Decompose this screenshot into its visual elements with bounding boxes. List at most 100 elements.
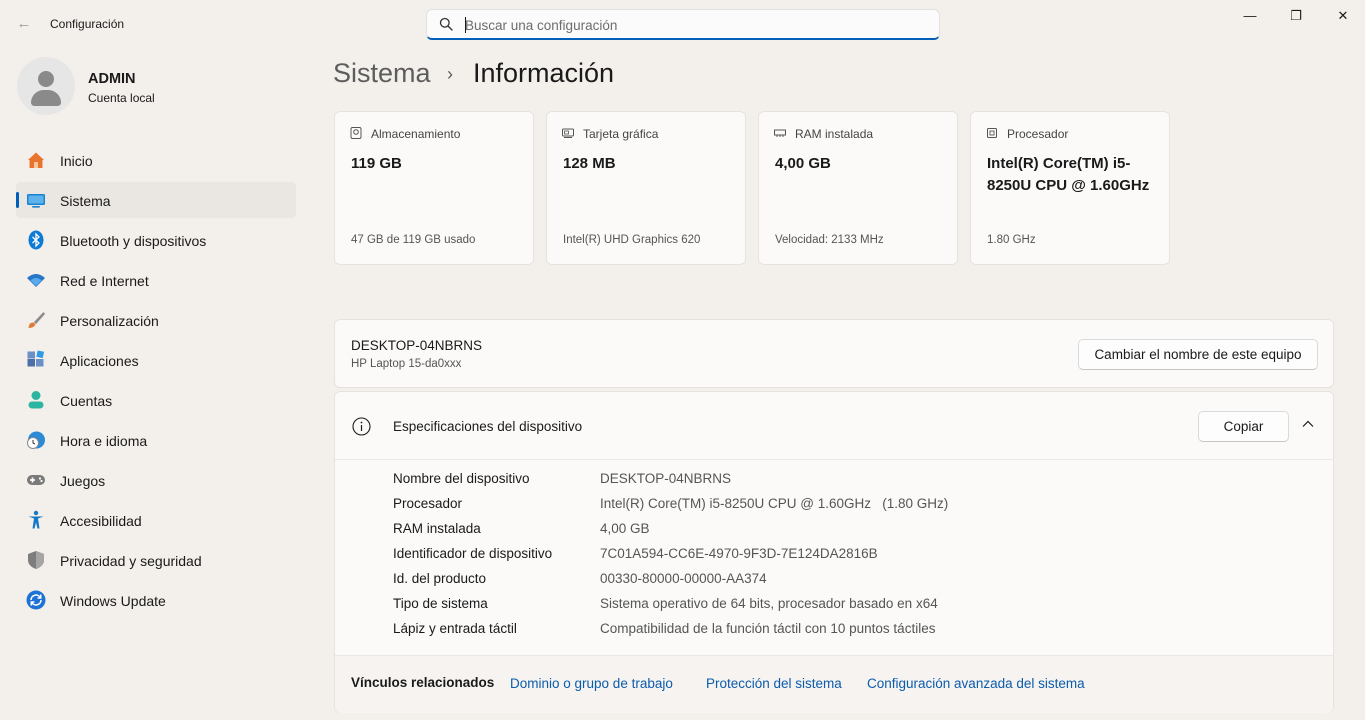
system-icon xyxy=(27,194,45,208)
close-button[interactable]: ✕ xyxy=(1320,6,1365,26)
card-title: Tarjeta gráfica xyxy=(583,127,659,141)
copy-button[interactable]: Copiar xyxy=(1198,411,1289,442)
page-title: Información xyxy=(473,58,615,88)
info-icon xyxy=(352,417,371,436)
card-title: RAM instalada xyxy=(795,127,874,141)
sidebar-item-red[interactable]: Red e Internet xyxy=(16,262,296,298)
spec-value: 4,00 GB xyxy=(600,521,650,536)
breadcrumb-separator-icon: › xyxy=(447,64,453,84)
rename-pc-button[interactable]: Cambiar el nombre de este equipo xyxy=(1078,339,1318,370)
device-specs-panel: Especificaciones del dispositivo Copiar … xyxy=(334,391,1334,713)
sidebar-item-sistema[interactable]: Sistema xyxy=(16,182,296,218)
system-protection-link[interactable]: Protección del sistema xyxy=(706,676,842,691)
spec-row: Nombre del dispositivo DESKTOP-04NBRNS xyxy=(393,471,1293,496)
sidebar-item-personalizacion[interactable]: Personalización xyxy=(16,302,296,338)
sidebar-item-label: Aplicaciones xyxy=(60,353,139,369)
wifi-icon xyxy=(27,274,45,287)
sidebar-item-label: Windows Update xyxy=(60,593,166,609)
brush-icon xyxy=(28,312,45,328)
sidebar-item-aplicaciones[interactable]: Aplicaciones xyxy=(16,342,296,378)
user-name: ADMIN xyxy=(88,71,136,87)
spec-key: Identificador de dispositivo xyxy=(393,546,553,561)
cpu-icon xyxy=(987,128,997,138)
spec-row: Lápiz y entrada táctil Compatibilidad de… xyxy=(393,621,1293,646)
sidebar-item-juegos[interactable]: Juegos xyxy=(16,462,296,498)
card-subtitle: 1.80 GHz xyxy=(987,234,1036,246)
spec-value: 00330-80000-00000-AA374 xyxy=(600,571,767,586)
card-subtitle: Intel(R) UHD Graphics 620 xyxy=(563,234,701,246)
spec-row: Procesador Intel(R) Core(TM) i5-8250U CP… xyxy=(393,496,1293,521)
back-arrow-icon[interactable]: ← xyxy=(14,14,34,34)
clock-globe-icon xyxy=(27,431,45,449)
sidebar-item-privacidad[interactable]: Privacidad y seguridad xyxy=(16,542,296,578)
spec-key: RAM instalada xyxy=(393,521,481,536)
card-subtitle: 47 GB de 119 GB usado xyxy=(351,234,476,246)
sidebar-item-label: Inicio xyxy=(60,153,93,169)
sidebar-item-bluetooth[interactable]: Bluetooth y dispositivos xyxy=(16,222,296,258)
apps-icon xyxy=(27,350,45,367)
sidebar-item-label: Privacidad y seguridad xyxy=(60,553,202,569)
spec-row: Identificador de dispositivo 7C01A594-CC… xyxy=(393,546,1293,571)
card-title: Procesador xyxy=(1007,127,1069,141)
spec-key: Procesador xyxy=(393,496,463,511)
minimize-button[interactable]: — xyxy=(1227,6,1273,26)
user-account-type: Cuenta local xyxy=(88,91,155,105)
card-value: Intel(R) Core(TM) i5-8250U CPU @ 1.60GHz xyxy=(987,155,1150,194)
domain-workgroup-link[interactable]: Dominio o grupo de trabajo xyxy=(510,676,673,691)
card-subtitle: Velocidad: 2133 MHz xyxy=(775,234,884,246)
spec-row: Tipo de sistema Sistema operativo de 64 … xyxy=(393,596,1293,621)
sidebar-item-cuentas[interactable]: Cuentas xyxy=(16,382,296,418)
accounts-icon xyxy=(28,391,44,409)
card-title: Almacenamiento xyxy=(371,127,461,141)
update-icon xyxy=(26,590,46,610)
accessibility-icon xyxy=(28,510,44,529)
gpu-icon xyxy=(562,128,574,138)
ram-card[interactable]: RAM instalada 4,00 GB Velocidad: 2133 MH… xyxy=(758,111,958,265)
spec-key: Nombre del dispositivo xyxy=(393,471,530,486)
advanced-system-settings-link[interactable]: Configuración avanzada del sistema xyxy=(867,676,1085,691)
app-title: Configuración xyxy=(50,17,125,31)
search-input[interactable] xyxy=(465,15,925,35)
storage-icon xyxy=(350,127,362,139)
sidebar-item-label: Accesibilidad xyxy=(60,513,142,529)
sidebar-item-windows-update[interactable]: Windows Update xyxy=(16,582,296,618)
maximize-button[interactable]: ❐ xyxy=(1273,6,1319,26)
card-value: 119 GB xyxy=(351,155,402,172)
spec-row: Id. del producto 00330-80000-00000-AA374 xyxy=(393,571,1293,596)
breadcrumb-parent[interactable]: Sistema xyxy=(333,58,431,89)
sidebar-item-label: Bluetooth y dispositivos xyxy=(60,233,207,249)
sidebar-item-inicio[interactable]: Inicio xyxy=(16,142,296,178)
specs-header[interactable]: Especificaciones del dispositivo Copiar xyxy=(335,392,1333,460)
device-name: DESKTOP-04NBRNS xyxy=(351,338,483,353)
sidebar-item-label: Sistema xyxy=(60,193,111,209)
avatar-body-shape xyxy=(31,90,61,106)
card-value: 4,00 GB xyxy=(775,155,831,172)
search-icon xyxy=(439,17,453,31)
avatar-head-shape xyxy=(38,71,54,87)
sidebar-item-label: Juegos xyxy=(60,473,106,489)
spec-key: Lápiz y entrada táctil xyxy=(393,621,517,636)
sidebar-item-label: Red e Internet xyxy=(60,273,149,289)
spec-list: Nombre del dispositivo DESKTOP-04NBRNS P… xyxy=(393,471,1293,646)
gamepad-icon xyxy=(27,475,45,485)
device-model: HP Laptop 15-da0xxx xyxy=(351,358,462,370)
related-links-bar: Vínculos relacionados Dominio o grupo de… xyxy=(335,655,1333,713)
sidebar-item-accesibilidad[interactable]: Accesibilidad xyxy=(16,502,296,538)
storage-card[interactable]: Almacenamiento 119 GB 47 GB de 119 GB us… xyxy=(334,111,534,265)
shield-icon xyxy=(28,551,44,569)
spec-key: Id. del producto xyxy=(393,571,487,586)
spec-row: RAM instalada 4,00 GB xyxy=(393,521,1293,546)
specs-title: Especificaciones del dispositivo xyxy=(393,419,583,434)
cpu-card[interactable]: Procesador Intel(R) Core(TM) i5-8250U CP… xyxy=(970,111,1170,265)
spec-key: Tipo de sistema xyxy=(393,596,488,611)
spec-value: Compatibilidad de la función táctil con … xyxy=(600,621,936,636)
gpu-card[interactable]: Tarjeta gráfica 128 MB Intel(R) UHD Grap… xyxy=(546,111,746,265)
sidebar-item-label: Hora e idioma xyxy=(60,433,148,449)
spec-value: 7C01A594-CC6E-4970-9F3D-7E124DA2816B xyxy=(600,546,878,561)
search-box[interactable] xyxy=(426,9,940,40)
sidebar-item-hora[interactable]: Hora e idioma xyxy=(16,422,296,458)
sidebar-nav: Inicio Sistema Bluetooth y dispositivos … xyxy=(16,142,296,622)
sidebar-item-label: Personalización xyxy=(60,313,159,329)
avatar[interactable] xyxy=(17,57,75,115)
chevron-up-icon[interactable] xyxy=(1301,417,1315,431)
